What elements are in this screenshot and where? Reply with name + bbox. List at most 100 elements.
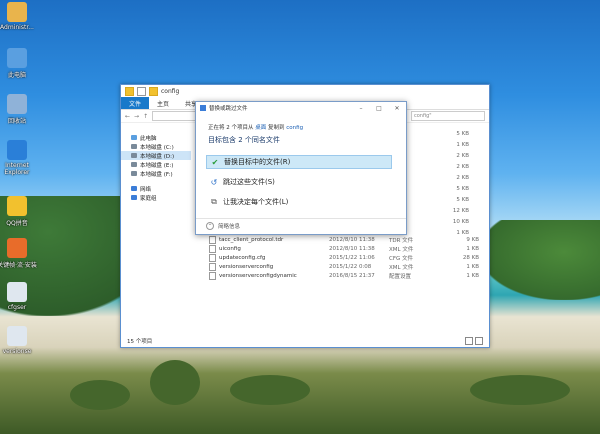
file-size: 1 KB <box>456 142 469 148</box>
line-mid: 复制到 <box>266 125 287 131</box>
nav-item[interactable]: 本地磁盘 (E:) <box>121 160 191 169</box>
tiles-view-icon[interactable] <box>475 337 483 345</box>
destination-link[interactable]: config <box>286 125 303 131</box>
skip-files-option[interactable]: ↺ 跳过这些文件(S) <box>206 175 392 189</box>
nav-item-label: 本地磁盘 (D:) <box>140 153 175 160</box>
details-view-icon[interactable] <box>465 337 473 345</box>
copy-progress-line: 正在将 2 个项目从 桌面 复制到 config <box>208 123 303 131</box>
user-folder-icon <box>7 2 27 22</box>
pc-icon <box>131 135 137 140</box>
option-label: 让我决定每个文件(L) <box>223 198 289 206</box>
dialog-heading: 目标包含 2 个同名文件 <box>208 136 280 144</box>
search-input[interactable]: config" <box>411 111 485 121</box>
desktop-icon-label: Administr... <box>0 24 34 31</box>
desktop-icon[interactable]: 回收站 <box>0 94 42 125</box>
file-name: versionserverconfig <box>219 264 274 271</box>
nav-item[interactable]: 本地磁盘 (D:) <box>121 151 191 160</box>
desktop-icon-label: cfgser <box>7 304 27 311</box>
desktop-icon[interactable]: QQ拼音 <box>0 196 42 227</box>
source-link[interactable]: 桌面 <box>255 125 266 131</box>
shrub-scenery <box>70 380 130 410</box>
nav-item[interactable]: 网络 <box>121 184 191 193</box>
maximize-icon[interactable]: □ <box>370 105 388 112</box>
tab-home[interactable]: 主页 <box>149 97 177 109</box>
file-date: 2012/8/10 11:38 <box>329 245 375 252</box>
dialog-title: 替换或跳过文件 <box>209 106 248 112</box>
nav-item-label: 此电脑 <box>140 135 157 142</box>
check-icon[interactable] <box>137 86 146 96</box>
file-name: updateconfig.cfg <box>219 254 266 261</box>
shrub-scenery <box>470 375 570 405</box>
nav-item[interactable]: 此电脑 <box>121 133 191 142</box>
file-name: versionserverconfigdynamic <box>219 273 297 280</box>
desktop-icon[interactable]: Administr... <box>0 2 42 31</box>
drive-icon <box>131 162 137 167</box>
file-row[interactable]: tacc_client_protocol.tdr 2012/8/10 11:38 T… <box>209 235 485 244</box>
file-size: 1 KB <box>466 273 479 280</box>
file-date: 2015/1/22 0:08 <box>329 264 372 271</box>
tab-file[interactable]: 文件 <box>121 97 150 109</box>
file-type: TDR 文件 <box>389 237 414 244</box>
minimize-icon[interactable]: – <box>352 105 370 112</box>
file-date: 2012/8/10 11:38 <box>329 236 375 243</box>
desktop-icon[interactable]: cfgser <box>0 282 42 311</box>
desktop-icon-label: QQ拼音 <box>6 220 28 227</box>
desktop-icon[interactable]: 此电脑 <box>0 48 42 79</box>
drive-icon <box>131 144 137 149</box>
file-type: XML 文件 <box>389 246 414 253</box>
file-name: uiconfig <box>219 245 241 252</box>
desktop-icon-label: versionse <box>2 348 32 355</box>
replace-dialog: 替换或跳过文件 – □ ✕ 正在将 2 个项目从 桌面 复制到 config 目… <box>195 101 407 235</box>
option-label: 替换目标中的文件(R) <box>224 158 291 166</box>
desktop-icon[interactable]: Internet Explorer <box>0 140 42 176</box>
nav-item-label: 家庭组 <box>140 195 157 202</box>
desktop-icon-label: Internet Explorer <box>4 162 30 176</box>
file-size: 9 KB <box>466 236 479 243</box>
folder-icon[interactable] <box>149 86 158 96</box>
file-type: XML 文件 <box>389 265 414 272</box>
file-size: 5 KB <box>456 186 469 192</box>
close-icon[interactable]: ✕ <box>388 105 406 112</box>
size-column: 5 KB 1 KB 2 KB 2 KB 2 KB 5 KB 5 KB 12 KB 10 KB 1 … <box>429 129 469 239</box>
shrub-scenery <box>150 360 200 405</box>
file-size: 2 KB <box>456 175 469 181</box>
divider <box>196 218 406 219</box>
up-arrow-icon[interactable]: ↑ <box>143 113 148 120</box>
file-size: 28 KB <box>462 254 479 261</box>
drive-icon <box>131 171 137 176</box>
file-size: 10 KB <box>452 219 469 225</box>
file-size: 12 KB <box>452 208 469 214</box>
fewer-details-label: 简略信息 <box>218 224 241 230</box>
desktop-icon[interactable]: versionse <box>0 326 42 355</box>
file-type: CFG 文件 <box>389 255 414 262</box>
file-row[interactable]: uiconfig 2012/8/10 11:38 XML 文件 1 KB <box>209 244 485 253</box>
file-row[interactable]: versionserverconfigdynamic 2016/8/15 21:3… <box>209 272 485 281</box>
replace-files-option[interactable]: ✔ 替换目标中的文件(R) <box>206 155 392 169</box>
explorer-titlebar: config <box>121 85 489 97</box>
desktop-icon[interactable]: 关键帧·流·安装 <box>0 238 42 269</box>
file-type: 配置设置 <box>389 274 412 281</box>
file-icon <box>209 253 216 262</box>
file-date: 2015/1/22 11:06 <box>329 254 375 261</box>
nav-item-label: 本地磁盘 (C:) <box>140 144 174 151</box>
navigation-pane: 此电脑本地磁盘 (C:) 本地磁盘 (D:) 本地磁盘 (E:) 本地磁盘 (F:) 网… <box>121 129 191 335</box>
nav-item-label: 网络 <box>140 186 152 193</box>
home-icon <box>131 195 137 200</box>
file-row[interactable]: updateconfig.cfg 2015/1/22 11:06 CFG 文件 28 … <box>209 253 485 262</box>
decide-each-option[interactable]: ⧉ 让我决定每个文件(L) <box>206 195 392 209</box>
line-prefix: 正在将 2 个项目从 <box>208 125 256 131</box>
back-arrow-icon[interactable]: ← <box>125 113 130 120</box>
nav-item[interactable]: 本地磁盘 (C:) <box>121 142 191 151</box>
desktop: Administr... 此电脑 回收站 Internet Explorer QQ拼音关… <box>0 0 600 434</box>
ie-icon <box>7 140 27 160</box>
explorer-title: config <box>161 87 180 95</box>
forward-arrow-icon[interactable]: → <box>134 113 139 120</box>
nav-item[interactable]: 本地磁盘 (F:) <box>121 169 191 178</box>
shrub-scenery <box>230 375 310 405</box>
computer-icon <box>7 48 27 68</box>
folder-icon <box>125 86 134 96</box>
fewer-details-button[interactable]: ^ 简略信息 <box>206 222 240 230</box>
file-row[interactable]: versionserverconfig 2015/1/22 0:08 XML 文件 1… <box>209 263 485 272</box>
nav-item[interactable]: 家庭组 <box>121 193 191 202</box>
file-size: 1 KB <box>466 245 479 252</box>
